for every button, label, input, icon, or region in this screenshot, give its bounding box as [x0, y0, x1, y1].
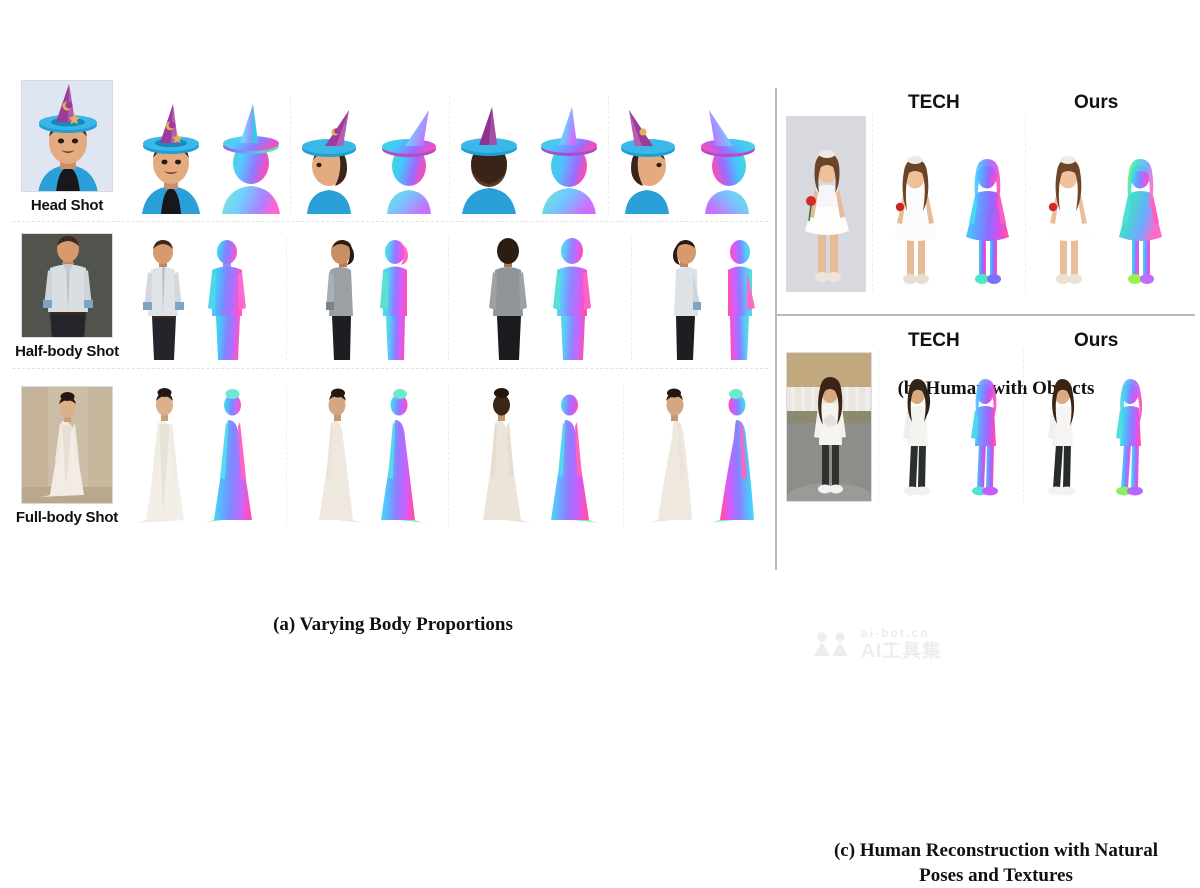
- row-separator: [12, 368, 768, 369]
- ours-textured-render: [1030, 360, 1094, 502]
- view-pair-side-right: [660, 238, 766, 360]
- ours-normal-map-render: [1104, 127, 1172, 292]
- input-photo-woman-street: [786, 352, 872, 502]
- results-row-c: [786, 350, 1162, 502]
- paper-figure: Head Shot Half-body Shot Full-body Shot …: [0, 0, 1200, 886]
- watermark-url: ai-bot.cn: [861, 628, 930, 640]
- textured-render-front: [132, 238, 194, 360]
- normal-map-render-side-right: [706, 386, 766, 526]
- view-pair-back: [469, 386, 603, 526]
- column-divider: [1023, 350, 1024, 502]
- caption-panel-c-line1: (c) Human Reconstruction with Natural: [833, 840, 1159, 861]
- normal-map-render-front: [212, 96, 290, 214]
- view-divider: [448, 238, 450, 360]
- textured-render-front: [132, 386, 198, 526]
- view-pair-side-left: [315, 238, 421, 360]
- normal-map-render-back: [537, 386, 603, 526]
- input-cell-half-body-shot: Half-body Shot: [6, 233, 128, 360]
- textured-render-side-left: [315, 238, 367, 360]
- row-half-body-shot: Half-body Shot: [6, 232, 768, 360]
- input-photo-head-shot: [21, 80, 113, 192]
- normal-map-render-back: [541, 238, 603, 360]
- textured-render-side-right: [609, 96, 687, 214]
- view-pair-front: [132, 96, 290, 214]
- result-group-ours: [1032, 127, 1172, 292]
- input-label-head-shot: Head Shot: [30, 197, 104, 214]
- panel-human-with-objects: TECH Ours (b) Human with Objects: [786, 92, 1198, 399]
- normal-map-render-front: [200, 386, 266, 526]
- ours-normal-map-render: [1098, 360, 1162, 502]
- input-cell-head-shot: Head Shot: [6, 80, 128, 214]
- result-group-ours: [1030, 360, 1162, 502]
- normal-map-render-front: [196, 238, 258, 360]
- view-pair-side-right: [644, 386, 766, 526]
- textured-render-side-left: [307, 386, 367, 526]
- caption-panel-c-line2: Poses and Textures: [919, 865, 1073, 886]
- ours-textured-render: [1032, 127, 1100, 292]
- caption-panel-a: (a) Varying Body Proportions: [273, 614, 513, 635]
- panel-varying-body-proportions: Head Shot Half-body Shot Full-body Shot …: [6, 80, 769, 635]
- ai-bot-logo-icon: [812, 630, 852, 660]
- row-separator: [12, 221, 768, 222]
- view-pair-side-right: [609, 96, 767, 214]
- textured-render-side-right: [660, 238, 712, 360]
- normal-map-render-back: [530, 96, 608, 214]
- panel-natural-poses-and-textures: TECH Ours (c) Human Reconstruction with …: [786, 330, 1198, 886]
- input-label-full-body-shot: Full-body Shot: [15, 509, 119, 526]
- view-pair-back: [477, 238, 603, 360]
- input-label-half-body-shot: Half-body Shot: [15, 343, 119, 360]
- textured-render-back: [469, 386, 535, 526]
- row-head-shot: Head Shot: [6, 80, 769, 214]
- view-strip-half-body-shot: [128, 238, 768, 360]
- result-group-tech: [885, 360, 1017, 502]
- column-divider: [872, 114, 873, 292]
- column-divider: [878, 350, 879, 502]
- normal-map-render-side-left: [371, 96, 449, 214]
- method-label-ours: Ours: [1074, 92, 1119, 113]
- column-divider: [1025, 114, 1026, 292]
- normal-map-render-side-right: [689, 96, 767, 214]
- method-label-ours: Ours: [1074, 330, 1119, 351]
- textured-render-side-right: [644, 386, 704, 526]
- caption-panel-c: (c) Human Reconstruction with Natural Po…: [786, 838, 1200, 888]
- view-pair-front: [132, 238, 258, 360]
- method-label-tech: TECH: [908, 92, 960, 113]
- input-photo-full-body-shot: [21, 386, 113, 504]
- normal-map-render-side-left: [369, 238, 421, 360]
- tech-normal-map-render: [953, 360, 1017, 502]
- watermark: ai-bot.cn AI工具集: [812, 624, 992, 666]
- panel-divider-vertical: [775, 88, 777, 570]
- input-photo-girl-with-rose: [786, 116, 866, 292]
- method-label-tech: TECH: [908, 330, 960, 351]
- result-group-tech: [879, 127, 1019, 292]
- watermark-text: ai-bot.cn AI工具集: [861, 628, 942, 662]
- textured-render-back: [477, 238, 539, 360]
- textured-render-side-left: [291, 96, 369, 214]
- view-divider: [623, 386, 625, 526]
- view-divider: [285, 238, 287, 360]
- input-cell-full-body-shot: Full-body Shot: [6, 386, 128, 526]
- view-pair-side-left: [291, 96, 449, 214]
- view-pair-side-left: [307, 386, 429, 526]
- view-pair-front: [132, 386, 266, 526]
- normal-map-render-side-right: [714, 238, 766, 360]
- view-divider: [631, 238, 633, 360]
- results-row-b: [786, 114, 1172, 292]
- textured-render-front: [132, 96, 210, 214]
- normal-map-render-side-left: [369, 386, 429, 526]
- tech-textured-render: [879, 127, 947, 292]
- tech-textured-render: [885, 360, 949, 502]
- panel-divider-horizontal: [775, 314, 1195, 316]
- input-photo-half-body-shot: [21, 233, 113, 338]
- textured-render-back: [450, 96, 528, 214]
- view-divider: [448, 386, 450, 526]
- watermark-name: AI工具集: [861, 641, 943, 662]
- row-full-body-shot: Full-body Shot: [6, 376, 768, 526]
- view-strip-full-body-shot: [128, 386, 768, 526]
- tech-normal-map-render: [951, 127, 1019, 292]
- view-strip-head-shot: [128, 96, 769, 214]
- view-pair-back: [450, 96, 608, 214]
- view-divider: [285, 386, 287, 526]
